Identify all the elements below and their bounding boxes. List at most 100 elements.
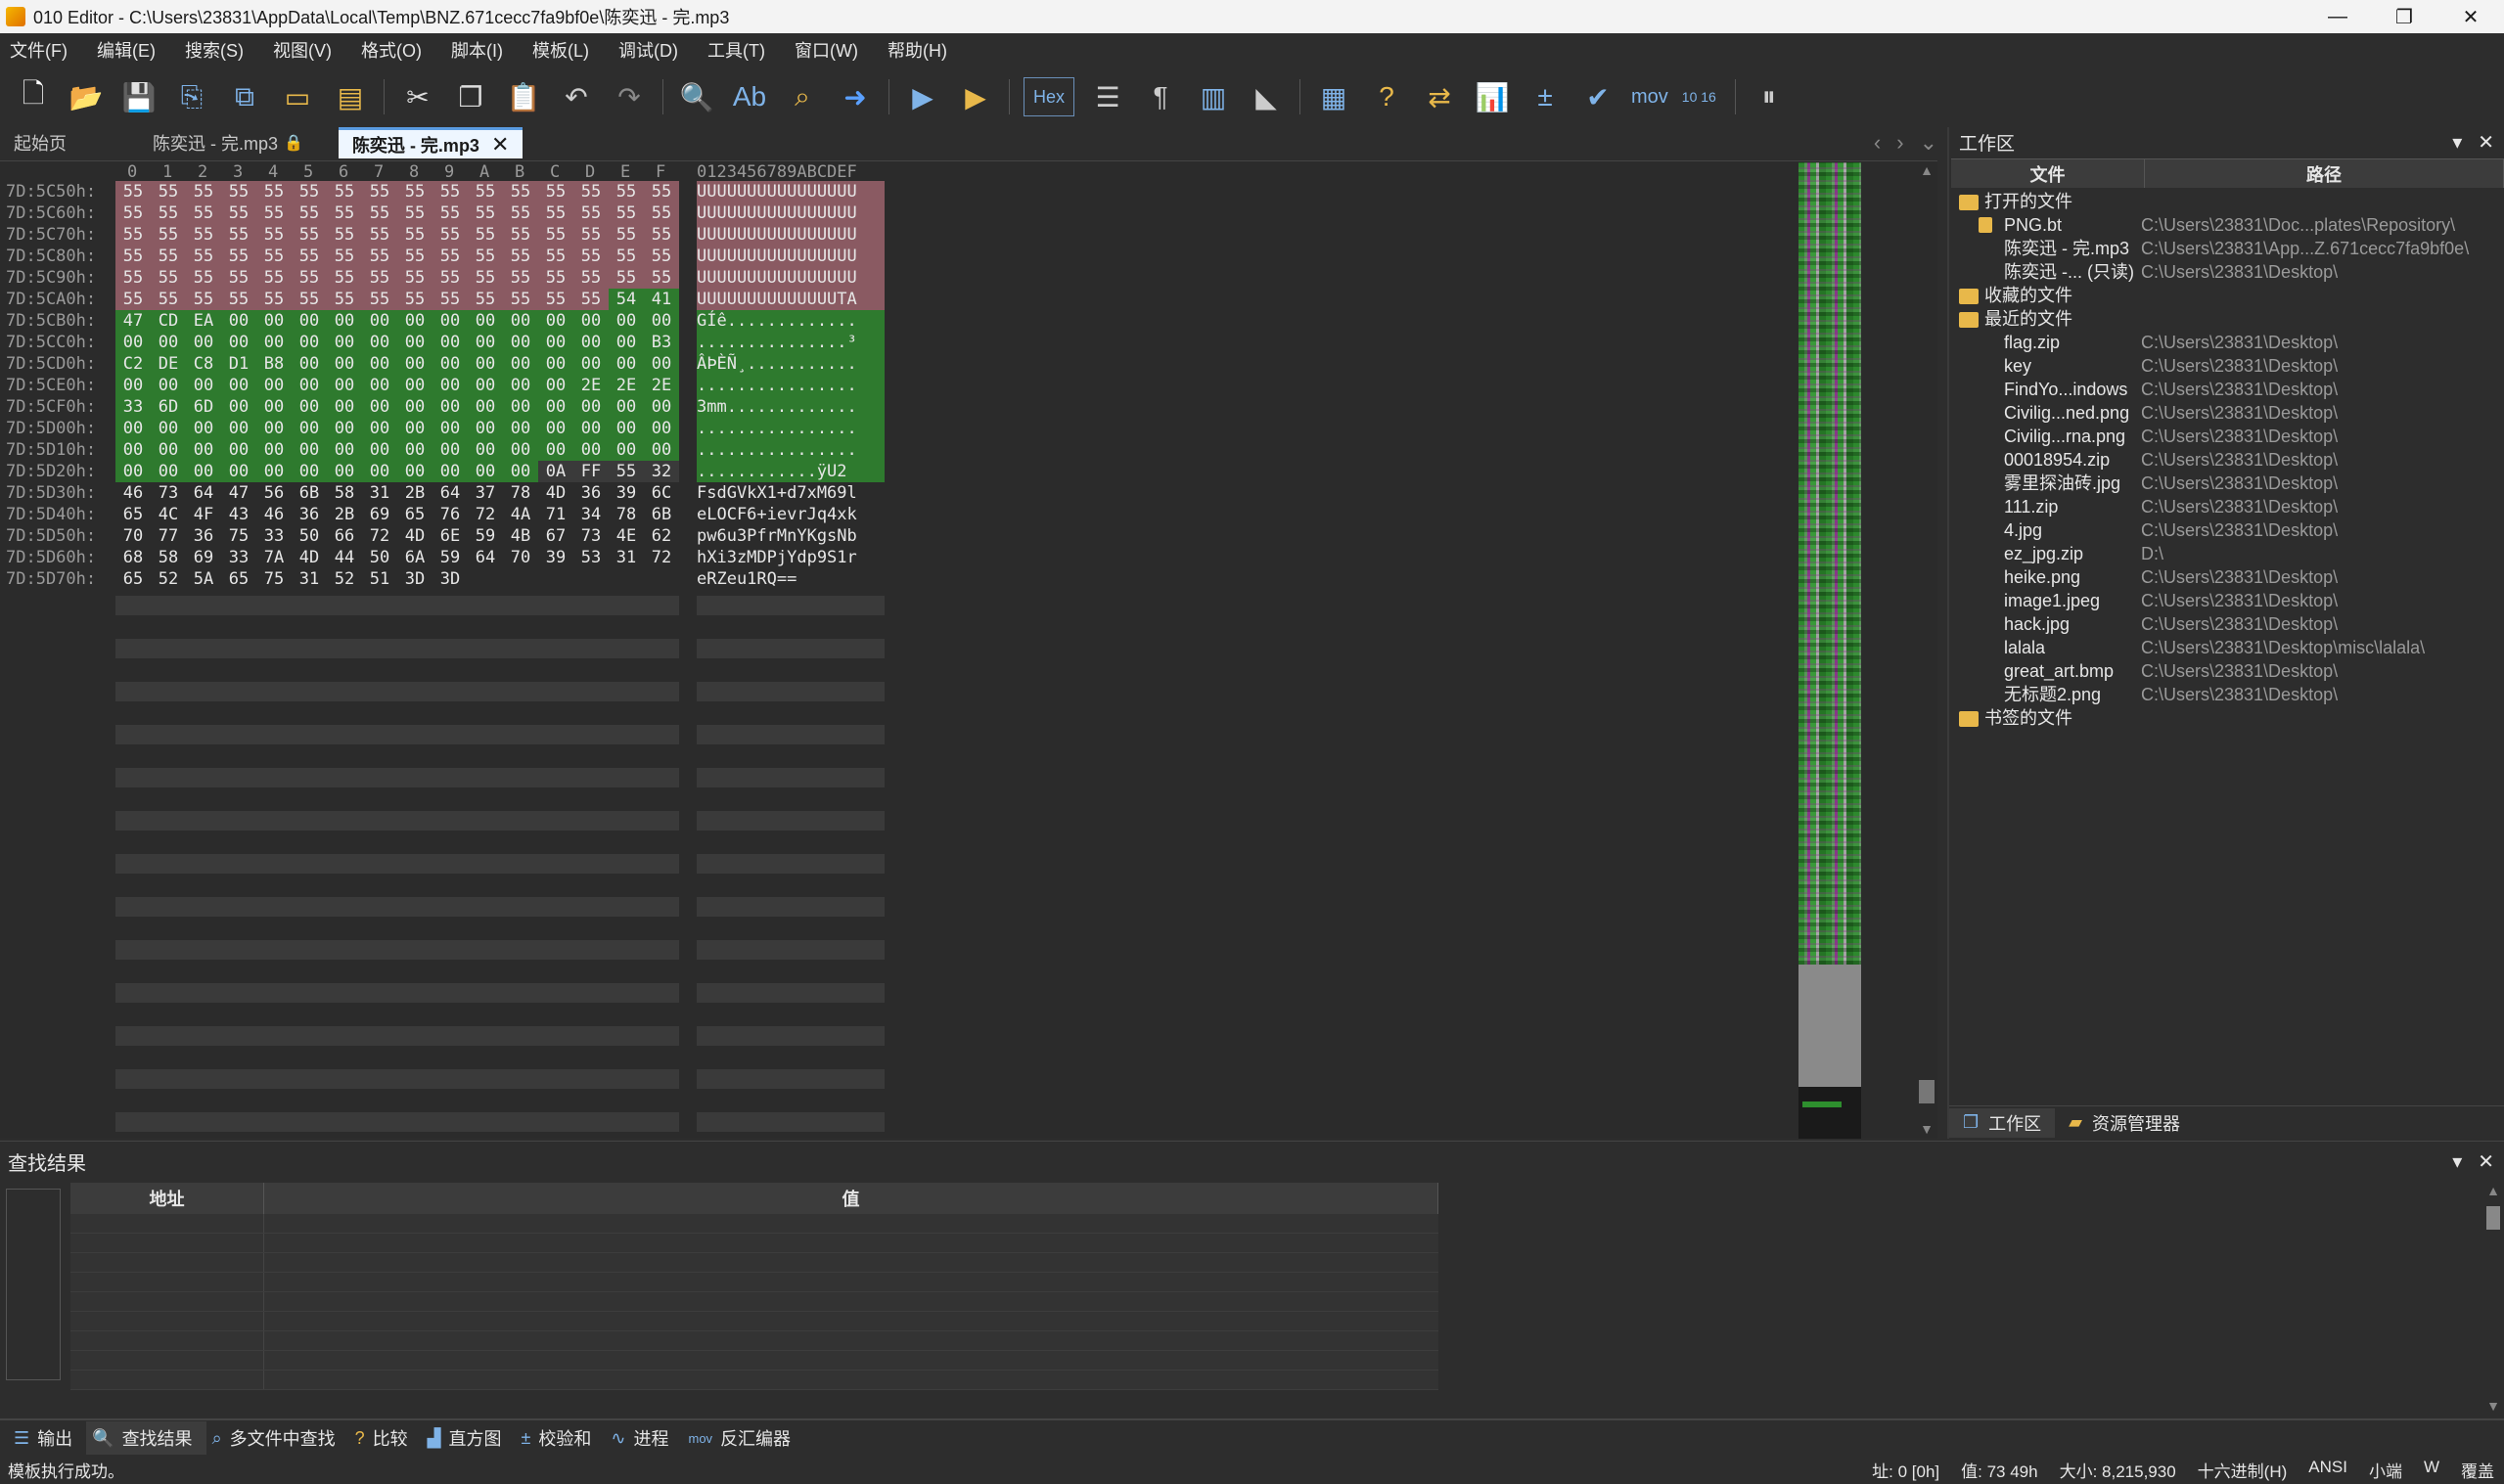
tree-file-item[interactable]: 111.zip C:\Users\23831\Desktop\: [1949, 495, 2502, 518]
hex-byte[interactable]: 55: [573, 246, 609, 267]
hex-byte[interactable]: 55: [397, 267, 433, 289]
hex-byte[interactable]: 00: [186, 418, 221, 439]
tab-explorer[interactable]: ▰ 资源管理器: [2055, 1108, 2194, 1138]
results-table[interactable]: 地址 值: [70, 1183, 1438, 1414]
hex-byte[interactable]: 4D: [292, 547, 327, 568]
hex-byte[interactable]: 00: [221, 310, 256, 332]
hex-byte[interactable]: 00: [221, 461, 256, 482]
hex-byte[interactable]: 55: [433, 202, 468, 224]
hex-row[interactable]: 7D:5C60h: 55 55 55 55 55 55 55 55 55 55 55 55 55 55 55 5…: [0, 202, 900, 224]
hex-byte[interactable]: 6B: [292, 482, 327, 504]
hex-byte[interactable]: 4A: [503, 504, 538, 525]
find-icon[interactable]: 🔍: [677, 77, 716, 116]
hex-byte[interactable]: 6E: [433, 525, 468, 547]
find-in-files-icon[interactable]: ⌕: [783, 77, 822, 116]
menu-help[interactable]: 帮助(H): [888, 37, 947, 63]
hex-byte[interactable]: 55: [221, 267, 256, 289]
hex-byte[interactable]: CD: [151, 310, 186, 332]
ascii-text[interactable]: ÂÞÈÑ¸...........: [697, 353, 885, 375]
hex-byte[interactable]: 00: [503, 375, 538, 396]
hex-byte[interactable]: 00: [292, 332, 327, 353]
hex-byte[interactable]: 00: [362, 375, 397, 396]
hex-byte[interactable]: 37: [468, 482, 503, 504]
hex-row[interactable]: 7D:5D20h: 00 00 00 00 00 00 00 00 00 00 00 00 0A FF 55 3…: [0, 461, 900, 482]
hex-byte[interactable]: 39: [538, 547, 573, 568]
hex-byte[interactable]: 55: [644, 224, 679, 246]
chevron-down-icon[interactable]: ⌄: [1920, 130, 1937, 156]
hex-byte[interactable]: 68: [115, 547, 151, 568]
hex-byte[interactable]: 55: [256, 202, 292, 224]
hex-byte[interactable]: 65: [397, 504, 433, 525]
file-minimap[interactable]: [1798, 162, 1861, 1139]
hex-byte[interactable]: B3: [644, 332, 679, 353]
hex-byte[interactable]: 00: [573, 439, 609, 461]
hex-byte[interactable]: 00: [186, 332, 221, 353]
tab-compare[interactable]: ? 比较: [349, 1421, 422, 1455]
hex-byte[interactable]: 55: [256, 289, 292, 310]
hex-byte[interactable]: 55: [609, 202, 644, 224]
open-file-icon[interactable]: 📂: [67, 77, 106, 116]
hex-byte[interactable]: 55: [397, 202, 433, 224]
ascii-text[interactable]: FsdGVkX1+d7xM69l: [697, 482, 885, 504]
hex-byte[interactable]: 46: [115, 482, 151, 504]
hex-byte[interactable]: 00: [115, 439, 151, 461]
hex-byte[interactable]: 55: [538, 267, 573, 289]
hex-byte[interactable]: 55: [362, 267, 397, 289]
tab-file-active[interactable]: 陈奕迅 - 完.mp3 ✕: [338, 127, 524, 158]
ascii-text[interactable]: UUUUUUUUUUUUUUUU: [697, 246, 885, 267]
tab-workspace[interactable]: ❐ 工作区: [1949, 1107, 2056, 1138]
undo-icon[interactable]: ↶: [557, 77, 596, 116]
hex-byte[interactable]: 64: [186, 482, 221, 504]
hex-byte[interactable]: 55: [256, 246, 292, 267]
hex-byte[interactable]: 00: [573, 353, 609, 375]
hex-byte[interactable]: 55: [327, 246, 362, 267]
chevron-down-icon[interactable]: ▾: [2452, 1149, 2462, 1174]
hex-byte[interactable]: 55: [503, 181, 538, 202]
hex-byte[interactable]: 55: [256, 224, 292, 246]
verify-icon[interactable]: ✔: [1578, 77, 1617, 116]
hex-byte[interactable]: 55: [327, 267, 362, 289]
hex-byte[interactable]: 33: [115, 396, 151, 418]
hex-byte[interactable]: C8: [186, 353, 221, 375]
group-open-files[interactable]: 打开的文件: [1949, 190, 2502, 213]
hex-byte[interactable]: 00: [327, 353, 362, 375]
hex-byte[interactable]: 00: [503, 310, 538, 332]
tree-file-item[interactable]: 00018954.zip C:\Users\23831\Desktop\: [1949, 448, 2502, 472]
hex-byte[interactable]: 00: [503, 439, 538, 461]
hex-byte[interactable]: 55: [538, 289, 573, 310]
hex-byte[interactable]: 00: [468, 353, 503, 375]
hex-byte[interactable]: 52: [327, 568, 362, 590]
column-path[interactable]: 路径: [2145, 159, 2504, 188]
hex-byte[interactable]: 00: [221, 332, 256, 353]
hex-byte[interactable]: 00: [503, 418, 538, 439]
hex-byte[interactable]: 00: [538, 310, 573, 332]
hex-byte[interactable]: 55: [573, 181, 609, 202]
menu-search[interactable]: 搜索(S): [185, 37, 244, 63]
tree-file-item[interactable]: Civilig...ned.png C:\Users\23831\Desktop\: [1949, 401, 2502, 425]
hex-byte[interactable]: 00: [644, 396, 679, 418]
checksum-icon[interactable]: ±: [1525, 77, 1565, 116]
hex-view[interactable]: 0 1 2 3 4 5 6 7 8 9 A B C D E F 0123456789ABCDEF 7D:5C50…: [0, 160, 1937, 1139]
new-file-icon[interactable]: 🗋: [14, 77, 53, 116]
ascii-text[interactable]: UUUUUUUUUUUUUUUU: [697, 181, 885, 202]
replace-icon[interactable]: Ab: [730, 77, 769, 116]
tree-file-item[interactable]: key C:\Users\23831\Desktop\: [1949, 354, 2502, 378]
hex-byte[interactable]: 00: [292, 461, 327, 482]
hex-byte[interactable]: 34: [573, 504, 609, 525]
tab-file-readonly[interactable]: 陈奕迅 - 完.mp3 🔒: [139, 127, 317, 158]
hex-byte[interactable]: 55: [362, 202, 397, 224]
hex-byte[interactable]: 00: [362, 353, 397, 375]
hex-byte[interactable]: 59: [468, 525, 503, 547]
hex-byte[interactable]: 00: [397, 310, 433, 332]
hex-byte[interactable]: 00: [221, 418, 256, 439]
hex-byte[interactable]: 00: [503, 461, 538, 482]
hex-byte[interactable]: 47: [115, 310, 151, 332]
hex-byte[interactable]: 00: [573, 310, 609, 332]
hex-byte[interactable]: 00: [538, 396, 573, 418]
hex-byte[interactable]: 00: [362, 310, 397, 332]
hex-byte[interactable]: 00: [115, 461, 151, 482]
ascii-text[interactable]: eRZeu1RQ==: [697, 568, 885, 590]
tab-find-results[interactable]: 🔍 查找结果: [86, 1421, 206, 1455]
group-favorites[interactable]: 收藏的文件: [1949, 284, 2502, 307]
hex-byte[interactable]: 00: [292, 353, 327, 375]
